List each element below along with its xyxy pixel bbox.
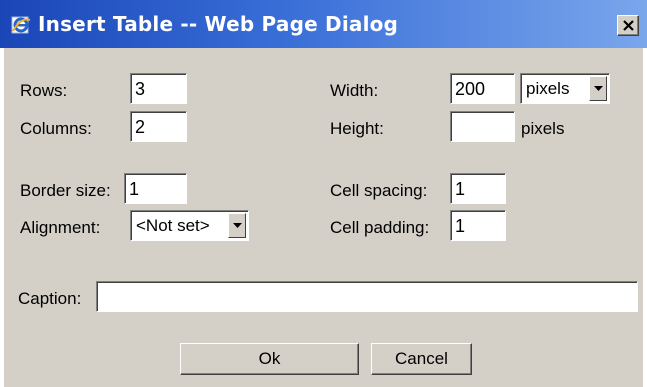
rows-input[interactable]: 3 [130, 73, 187, 104]
close-button[interactable] [617, 15, 639, 36]
alignment-label: Alignment: [20, 218, 101, 237]
border-size-label: Border size: [20, 181, 111, 200]
cell-spacing-label: Cell spacing: [330, 181, 428, 200]
alignment-value: <Not set> [136, 216, 210, 235]
columns-input[interactable]: 2 [130, 111, 187, 142]
alignment-dropdown-button[interactable] [228, 213, 246, 238]
height-label: Height: [330, 119, 384, 138]
width-unit-select[interactable]: pixels [520, 73, 610, 104]
alignment-select[interactable]: <Not set> [130, 210, 249, 241]
close-icon [623, 20, 634, 31]
cell-padding-input[interactable]: 1 [450, 210, 506, 241]
width-label: Width: [330, 81, 379, 100]
chevron-down-icon [233, 223, 242, 228]
width-input[interactable]: 200 [450, 73, 515, 104]
border-size-input[interactable]: 1 [124, 173, 187, 204]
title-bar[interactable]: Insert Table -- Web Page Dialog [0, 0, 647, 48]
width-unit-value: pixels [526, 79, 570, 98]
width-unit-dropdown-button[interactable] [589, 76, 607, 101]
cell-spacing-input[interactable]: 1 [450, 173, 506, 204]
columns-label: Columns: [20, 119, 92, 138]
ie-icon [11, 16, 31, 34]
rows-label: Rows: [20, 81, 68, 100]
ok-button[interactable]: Ok [180, 343, 359, 375]
cancel-button[interactable]: Cancel [371, 343, 472, 375]
caption-input[interactable] [96, 281, 638, 312]
dialog-body: Rows: 3 Columns: 2 Width: 200 pixels Hei… [4, 48, 643, 387]
cell-padding-label: Cell padding: [330, 218, 430, 237]
height-input[interactable] [450, 111, 515, 142]
caption-label: Caption: [18, 289, 82, 308]
height-unit-label: pixels [521, 119, 565, 138]
chevron-down-icon [594, 86, 603, 91]
window-title: Insert Table -- Web Page Dialog [38, 12, 399, 36]
